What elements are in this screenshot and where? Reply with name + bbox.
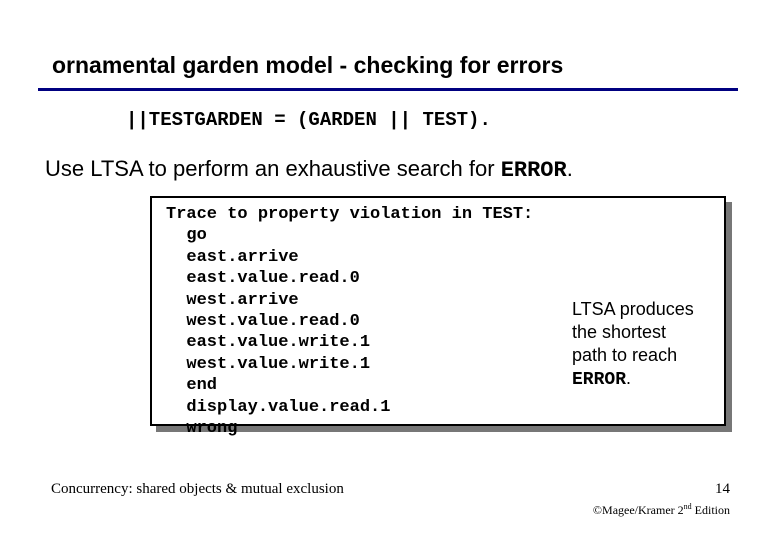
ltsa-note: LTSA produces the shortest path to reach…	[572, 298, 732, 392]
footer-left: Concurrency: shared objects & mutual exc…	[51, 481, 344, 498]
note-error-keyword: ERROR	[572, 370, 626, 390]
code-definition: ||TESTGARDEN = (GARDEN || TEST).	[126, 109, 491, 131]
page-number: 14	[715, 481, 730, 498]
slide: ornamental garden model - checking for e…	[0, 0, 780, 540]
note-suffix: .	[626, 368, 631, 388]
sentence-suffix: .	[567, 156, 573, 181]
sentence-prefix: Use LTSA to perform an exhaustive search…	[45, 156, 501, 181]
footer-credit: ©Magee/Kramer 2nd Edition	[593, 502, 730, 518]
note-line-2: the shortest	[572, 322, 666, 342]
credit-edition-word: Edition	[692, 503, 730, 517]
note-line-1: LTSA produces	[572, 299, 694, 319]
credit-prefix: ©Magee/Kramer	[593, 503, 678, 517]
instruction-sentence: Use LTSA to perform an exhaustive search…	[45, 156, 573, 183]
error-keyword: ERROR	[501, 158, 567, 183]
credit-edition-sup: nd	[684, 502, 692, 511]
title-rule	[38, 88, 738, 91]
note-line-3: path to reach	[572, 345, 677, 365]
slide-title: ornamental garden model - checking for e…	[52, 52, 563, 79]
